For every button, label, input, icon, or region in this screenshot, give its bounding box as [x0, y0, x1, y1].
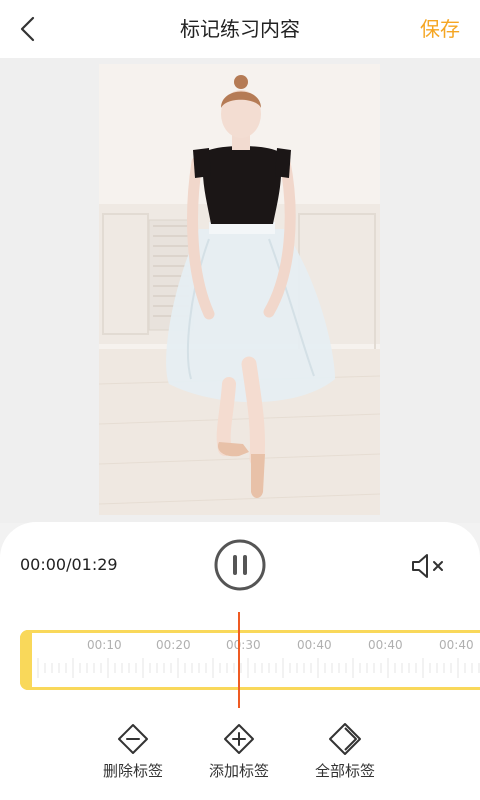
all-tags-button[interactable]: 全部标签 — [300, 722, 390, 782]
tags-diamond-icon — [329, 723, 361, 755]
all-tags-label: 全部标签 — [314, 762, 375, 780]
mute-icon[interactable] — [410, 552, 446, 580]
add-diamond-icon — [224, 724, 254, 754]
remove-diamond-icon — [118, 724, 148, 754]
video-preview-area — [0, 58, 480, 523]
page-title: 标记练习内容 — [180, 17, 300, 41]
dancer-illustration — [99, 64, 380, 515]
timeline-ticks — [37, 658, 480, 678]
playback-time: 00:00/01:29 — [20, 555, 118, 574]
add-tag-button[interactable]: 添加标签 — [194, 722, 284, 782]
pause-icon[interactable] — [214, 539, 266, 591]
tag-actions: 删除标签 添加标签 全部标签 — [0, 722, 480, 792]
save-button[interactable]: 保存 — [420, 14, 460, 44]
video-frame[interactable] — [99, 64, 380, 515]
delete-tag-label: 删除标签 — [102, 762, 163, 780]
timeline-track[interactable]: 00:10 00:20 00:30 00:40 00:40 00:40 — [20, 630, 480, 690]
add-tag-label: 添加标签 — [208, 762, 269, 780]
delete-tag-button[interactable]: 删除标签 — [88, 722, 178, 782]
top-bar: 标记练习内容 保存 — [0, 0, 480, 58]
playhead[interactable] — [238, 612, 240, 708]
